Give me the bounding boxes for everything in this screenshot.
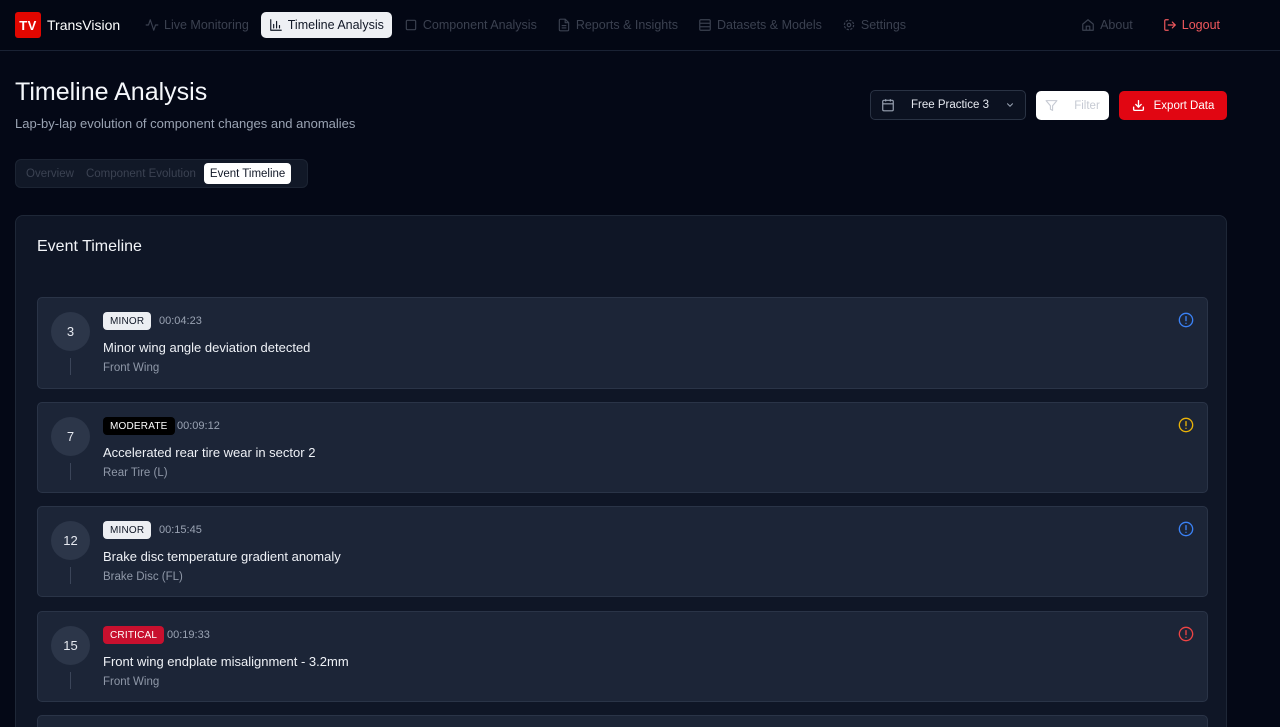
filter-icon (1045, 99, 1058, 112)
session-select[interactable]: Free Practice 3 (870, 90, 1026, 120)
card-title: Event Timeline (37, 238, 142, 255)
top-navbar: TV TransVision Live Monitoring Timeline … (0, 0, 1280, 51)
event-description: Brake disc temperature gradient anomaly (103, 549, 341, 564)
page-title: Timeline Analysis (15, 78, 208, 106)
event-component: Front Wing (103, 362, 160, 374)
event-component: Rear Tire (L) (103, 467, 168, 479)
export-data-button[interactable]: Export Data (1119, 91, 1227, 120)
nav-item-label: Timeline Analysis (287, 18, 384, 32)
calendar-icon (881, 98, 895, 112)
tab-event-timeline[interactable]: Event Timeline (203, 163, 292, 184)
filter-button[interactable]: Filter (1036, 91, 1109, 120)
tab-component-evolution[interactable]: Component Evolution (80, 163, 202, 184)
home-icon (1081, 18, 1095, 32)
event-timestamp: 00:19:33 (167, 629, 210, 641)
event-item[interactable] (37, 715, 1208, 727)
nav-item-component-analysis[interactable]: Component Analysis (396, 12, 545, 38)
severity-badge: MINOR (103, 312, 152, 330)
event-description: Minor wing angle deviation detected (103, 340, 311, 355)
severity-badge: CRITICAL (103, 626, 165, 644)
tab-overview[interactable]: Overview (20, 163, 80, 184)
lap-number: 12 (51, 521, 90, 560)
logout-label: Logout (1181, 18, 1220, 32)
event-component: Brake Disc (FL) (103, 571, 183, 583)
event-description: Front wing endplate misalignment - 3.2mm (103, 654, 349, 669)
nav-right: About Logout (1073, 12, 1228, 38)
logout-button[interactable]: Logout (1155, 12, 1228, 38)
timeline-connector (70, 463, 71, 480)
filter-label: Filter (1074, 99, 1100, 112)
session-select-value: Free Practice 3 (911, 99, 989, 111)
alert-circle-icon (1178, 521, 1194, 537)
event-item[interactable]: 7 MODERATE 00:09:12 Accelerated rear tir… (37, 402, 1208, 493)
box-icon (404, 18, 418, 32)
event-item[interactable]: 12 MINOR 00:15:45 Brake disc temperature… (37, 506, 1208, 597)
database-icon (698, 18, 712, 32)
severity-badge: MINOR (103, 521, 152, 539)
nav-item-label: Component Analysis (422, 18, 537, 32)
app-name[interactable]: TransVision (47, 17, 120, 33)
event-item[interactable]: 3 MINOR 00:04:23 Minor wing angle deviat… (37, 297, 1208, 389)
event-timestamp: 00:15:45 (159, 524, 202, 536)
event-timestamp: 00:04:23 (159, 315, 202, 327)
nav-item-label: Settings (860, 18, 907, 32)
about-label: About (1100, 18, 1133, 32)
severity-badge: MODERATE (103, 417, 175, 435)
gear-icon (842, 18, 856, 32)
bar-chart-icon (269, 18, 283, 32)
lap-number: 15 (51, 626, 90, 665)
event-timeline-card: Event Timeline 3 MINOR 00:04:23 Minor wi… (15, 215, 1227, 727)
app-logo[interactable]: TV (15, 12, 41, 38)
nav-item-label: Datasets & Models (716, 18, 822, 32)
nav-item-label: Reports & Insights (575, 18, 678, 32)
nav-item-label: Live Monitoring (164, 18, 249, 32)
chevron-down-icon (1005, 100, 1015, 110)
nav-item-settings[interactable]: Settings (834, 12, 914, 38)
about-link[interactable]: About (1073, 12, 1141, 38)
logout-icon (1163, 18, 1177, 32)
event-description: Accelerated rear tire wear in sector 2 (103, 445, 316, 460)
activity-icon (145, 18, 159, 32)
nav-item-live-monitoring[interactable]: Live Monitoring (137, 12, 257, 38)
nav-item-datasets-models[interactable]: Datasets & Models (690, 12, 830, 38)
timeline-connector (70, 358, 71, 375)
lap-number: 7 (51, 417, 90, 456)
alert-circle-icon (1178, 417, 1194, 433)
download-icon (1132, 99, 1145, 112)
timeline-connector (70, 672, 71, 689)
main-nav: Live Monitoring Timeline Analysis Compon… (137, 12, 918, 38)
timeline-connector (70, 567, 71, 584)
event-component: Front Wing (103, 676, 160, 688)
page-subtitle: Lap-by-lap evolution of component change… (15, 116, 356, 131)
alert-circle-icon (1178, 312, 1194, 328)
alert-circle-icon (1178, 626, 1194, 642)
lap-number: 3 (51, 312, 90, 351)
event-item[interactable]: 15 CRITICAL 00:19:33 Front wing endplate… (37, 611, 1208, 702)
export-label: Export Data (1153, 99, 1215, 112)
view-tabs: Overview Component Evolution Event Timel… (15, 159, 308, 188)
event-timestamp: 00:09:12 (177, 420, 220, 432)
nav-item-reports-insights[interactable]: Reports & Insights (549, 12, 686, 38)
file-text-icon (557, 18, 571, 32)
nav-item-timeline-analysis[interactable]: Timeline Analysis (260, 12, 392, 38)
